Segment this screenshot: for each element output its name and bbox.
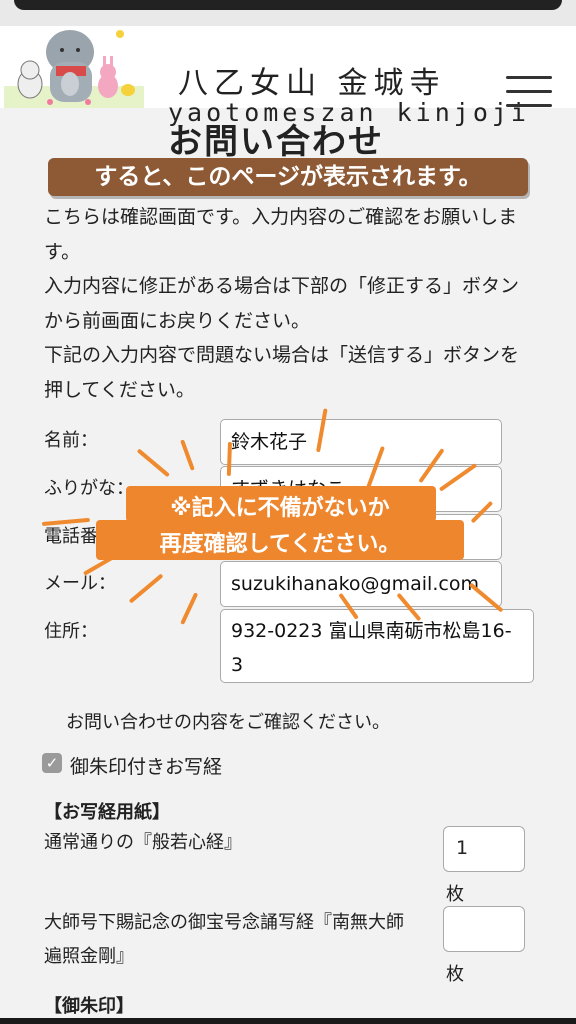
address-label: 住所：	[44, 621, 98, 642]
sutra-qty-input[interactable]	[443, 906, 525, 952]
name-field[interactable]: 鈴木花子	[220, 419, 502, 465]
menu-bar-line	[506, 76, 552, 79]
intro-paragraph: こちらは確認画面です。入力内容のご確認をお願いします。	[44, 206, 518, 263]
intro-paragraph: 下記の入力内容で問題ない場合は「送信する」ボタンを押してください。	[44, 344, 520, 401]
goshuin-option-label: 御朱印付きお写経	[70, 756, 223, 778]
email-label: メール：	[44, 573, 116, 594]
temple-logo-illustration	[4, 30, 144, 108]
burst-line	[180, 439, 195, 471]
goshuin-option-checkbox[interactable]: ✓	[42, 753, 62, 773]
recheck-callout: ※記入に不備がないか 再度確認してください。	[96, 486, 464, 564]
sutra-paper-heading: 【お写経用紙】	[44, 802, 170, 823]
device-notch	[14, 0, 562, 10]
callout-line-1: ※記入に不備がないか	[170, 496, 390, 521]
name-label: 名前：	[44, 430, 98, 451]
email-field[interactable]: suzukihanako@gmail.com	[220, 561, 502, 607]
qty-unit: 枚	[446, 884, 464, 905]
bottom-edge	[0, 1018, 576, 1024]
callout-line-2: 再度確認してください。	[159, 532, 401, 557]
burst-line	[128, 573, 164, 604]
site-header: 八乙女山 金城寺 yaotomeszan kinjoji	[0, 26, 576, 127]
menu-bar-line	[506, 90, 552, 93]
address-field[interactable]: 932-0223 富山県南砺市松島16-3	[220, 609, 534, 683]
sutra-item-label: 通常通りの『般若心経』	[44, 832, 242, 853]
status-bar	[0, 0, 576, 26]
hamburger-menu-icon[interactable]	[506, 74, 552, 110]
qty-unit: 枚	[446, 964, 464, 985]
page-title: お問い合わせ	[168, 122, 384, 162]
menu-bar-line	[506, 104, 552, 107]
confirm-note: お問い合わせの内容をご確認ください。	[66, 712, 390, 733]
sutra-item-label: 大師号下賜記念の御宝号念誦写経『南無大師遍照金剛』	[44, 912, 404, 967]
sutra-qty-input[interactable]: 1	[443, 826, 525, 872]
intro-paragraph: 入力内容に修正がある場合は下部の「修正する」ボタンから前画面にお戻りください。	[44, 275, 520, 332]
instruction-banner: すると、このページが表示されます。	[48, 158, 528, 196]
burst-line	[136, 448, 170, 478]
goshuin-heading: 【御朱印】	[44, 996, 134, 1017]
site-title-japanese: 八乙女山 金城寺	[178, 66, 446, 101]
burst-line	[180, 592, 199, 625]
intro-text: こちらは確認画面です。入力内容のご確認をお願いします。 入力内容に修正がある場合…	[44, 200, 534, 407]
